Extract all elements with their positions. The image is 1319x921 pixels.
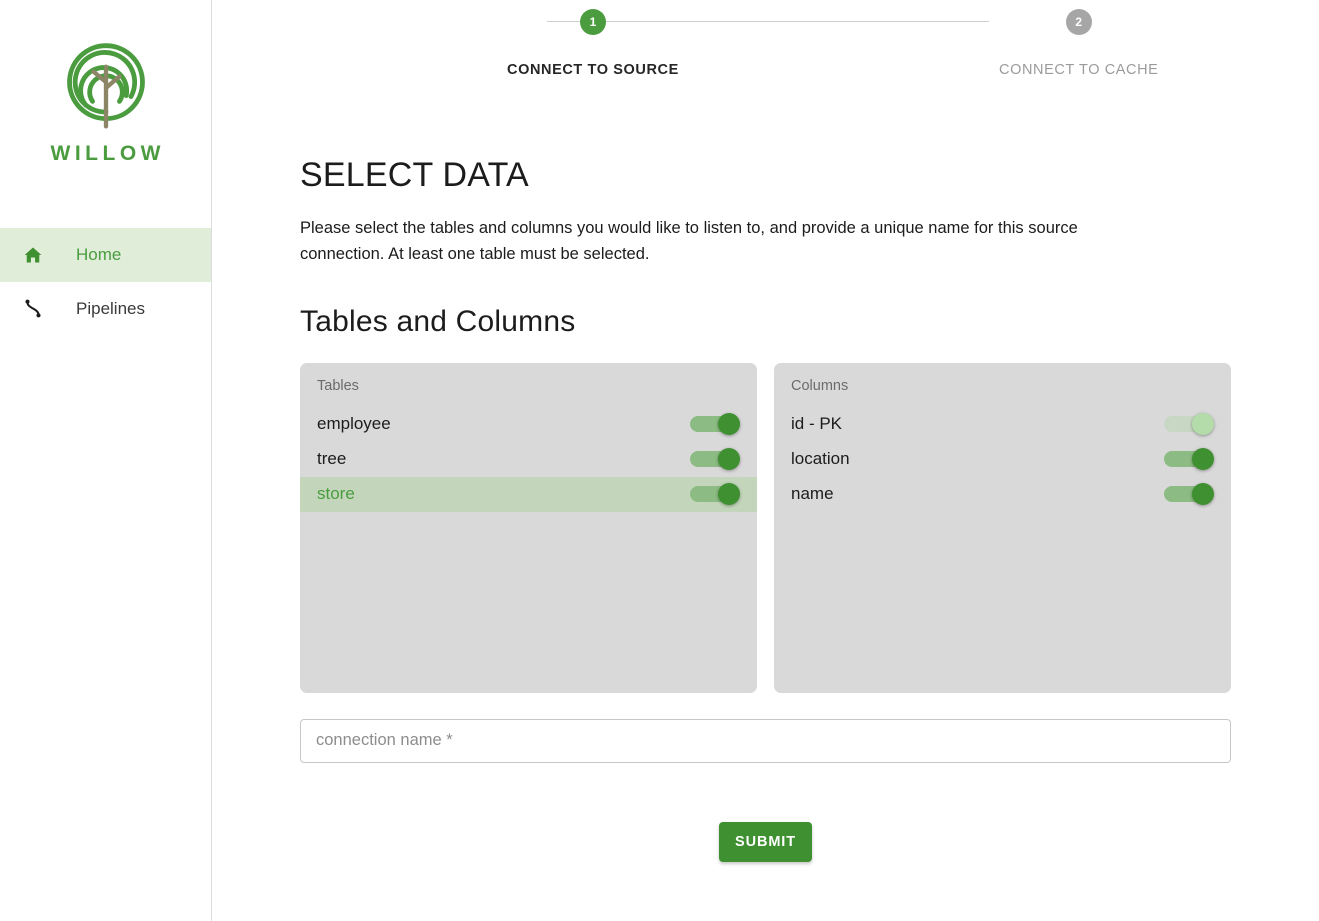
table-row[interactable]: tree xyxy=(300,442,757,477)
tables-panel: Tables employee tree store xyxy=(300,362,757,693)
home-icon xyxy=(18,242,48,268)
table-row-label: store xyxy=(317,484,355,504)
sidebar-item-label: Home xyxy=(76,245,122,264)
column-row-label: id - PK xyxy=(791,414,843,434)
column-row-toggle[interactable] xyxy=(1164,448,1214,471)
brand-block: WILLOW xyxy=(0,0,211,166)
toggle-thumb xyxy=(1192,483,1214,506)
step-label: CONNECT TO SOURCE xyxy=(507,62,679,78)
section-title: Tables and Columns xyxy=(300,304,576,338)
content-column: SELECT DATA Please select the tables and… xyxy=(300,155,1231,862)
submit-button[interactable]: SUBMIT xyxy=(719,821,812,862)
sidebar: WILLOW Home Pipelines xyxy=(0,0,212,921)
table-row-label: tree xyxy=(317,449,347,469)
stepper: 1 CONNECT TO SOURCE 2 CONNECT TO CACHE xyxy=(212,0,1319,88)
toggle-thumb xyxy=(1192,448,1214,471)
columns-panel: Columns id - PK location name xyxy=(774,362,1231,693)
sidebar-item-label: Pipelines xyxy=(76,299,145,318)
willow-tree-logo-icon xyxy=(66,43,145,129)
brand-name: WILLOW xyxy=(50,142,165,165)
sidebar-item-home[interactable]: Home xyxy=(0,228,211,282)
app-root: WILLOW Home Pipelines 1 CONNECT TO SOURC… xyxy=(0,0,1319,921)
toggle-thumb xyxy=(718,448,740,471)
table-row-label: employee xyxy=(317,414,391,434)
page-description: Please select the tables and columns you… xyxy=(300,218,1078,263)
panels-container: Tables employee tree store Columns id - … xyxy=(300,362,1231,693)
tables-panel-title: Tables xyxy=(317,377,359,394)
step-number-badge: 2 xyxy=(1065,9,1092,35)
page-title: SELECT DATA xyxy=(300,156,529,194)
pipelines-icon xyxy=(18,296,48,322)
stepper-step-connect-to-cache[interactable]: 2 CONNECT TO CACHE xyxy=(999,9,1158,78)
sidebar-nav: Home Pipelines xyxy=(0,228,211,336)
sidebar-item-pipelines[interactable]: Pipelines xyxy=(0,282,211,336)
column-row-toggle[interactable] xyxy=(1164,483,1214,506)
step-label: CONNECT TO CACHE xyxy=(999,62,1159,78)
toggle-thumb xyxy=(718,413,740,436)
column-row-label: name xyxy=(791,484,834,504)
submit-button-container: SUBMIT xyxy=(300,821,1231,862)
table-row-toggle[interactable] xyxy=(690,413,740,436)
toggle-thumb xyxy=(718,483,740,506)
toggle-thumb xyxy=(1192,413,1214,436)
column-row-toggle xyxy=(1164,413,1214,436)
table-row-toggle[interactable] xyxy=(690,483,740,506)
stepper-step-connect-to-source[interactable]: 1 CONNECT TO SOURCE xyxy=(507,9,679,78)
column-row[interactable]: location xyxy=(774,442,1231,477)
columns-panel-title: Columns xyxy=(791,377,849,394)
column-row[interactable]: name xyxy=(774,477,1231,512)
column-row[interactable]: id - PK xyxy=(774,407,1231,442)
table-row-toggle[interactable] xyxy=(690,448,740,471)
main-content: 1 CONNECT TO SOURCE 2 CONNECT TO CACHE S… xyxy=(212,0,1319,921)
table-row[interactable]: store xyxy=(300,476,757,512)
step-number-badge: 1 xyxy=(579,9,606,35)
column-row-label: location xyxy=(791,449,850,469)
table-row[interactable]: employee xyxy=(300,407,757,442)
connection-name-input[interactable] xyxy=(300,718,1231,763)
